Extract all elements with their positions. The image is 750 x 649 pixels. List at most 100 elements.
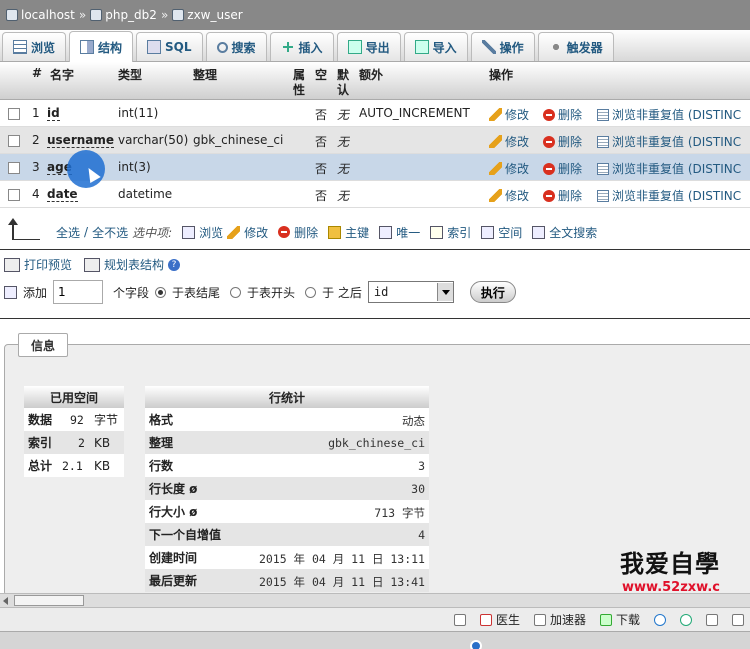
horizontal-scrollbar[interactable] [0,593,750,607]
table-row: 4 date datetime 否 无 修改 删除 浏览非重复值 (DISTIN… [0,181,750,208]
spatial-icon [481,225,495,239]
col-default-2: 认 [337,83,350,97]
browse-distinct-link[interactable]: 浏览非重复值 (DISTINC [597,133,741,150]
browse-distinct-link[interactable]: 浏览非重复值 (DISTINC [597,160,741,177]
space-row: 索引 2 KB [24,431,124,454]
col-null: 空 [315,68,328,82]
propose-structure-link[interactable]: 规划表结构 [104,256,164,273]
pencil-icon [489,108,502,121]
field-type: int(11) [118,106,159,120]
bulk-delete[interactable]: 删除 [294,224,318,241]
field-name[interactable]: username [47,133,115,148]
delete-link[interactable]: 删除 [543,133,582,150]
tab-export[interactable]: 导出 [336,32,401,61]
tab-browse[interactable]: 浏览 [2,32,67,61]
breadcrumb-server[interactable]: localhost [6,8,75,22]
go-button[interactable]: 执行 [469,281,516,303]
check-all-link[interactable]: 全选 [56,224,80,241]
delete-link[interactable]: 删除 [543,187,582,204]
ie-icon[interactable] [654,613,666,626]
tab-sql[interactable]: SQL [136,32,203,61]
scroll-left-icon[interactable] [3,597,8,605]
tab-triggers[interactable]: 触发器 [537,32,614,61]
tab-insert[interactable]: 插入 [269,32,334,61]
space-usage-title: 已用空间 [24,386,124,408]
tab-import[interactable]: 导入 [403,32,468,61]
phone-icon[interactable] [453,613,466,626]
bulk-index[interactable]: 索引 [447,224,471,241]
stat-row: 行数 3 [145,454,429,477]
bulk-fulltext[interactable]: 全文搜索 [549,224,597,241]
stat-row: 创建时间 2015 年 04 月 11 日 13:11 [145,546,429,569]
server-icon [6,9,18,21]
row-checkbox[interactable] [8,135,20,147]
window-icon[interactable] [706,613,718,626]
field-name[interactable]: date [47,187,78,202]
arrow-up-icon [8,218,40,240]
scrollbar-thumb[interactable] [14,595,84,606]
row-statistics-table: 行统计 格式 动态 整理 gbk_chinese_ci 行数 3 行长度 ø 30 行大… [145,386,429,592]
tab-bar: 浏览 结构 SQL 搜索 插入 导出 导入 操作 触发器 [0,30,750,62]
help-icon[interactable]: ? [168,258,181,271]
bulk-spatial[interactable]: 空间 [498,224,522,241]
row-checkbox[interactable] [8,108,20,120]
speaker-icon[interactable] [732,613,744,626]
edit-link[interactable]: 修改 [489,106,529,123]
col-name[interactable]: 名字 [50,66,74,83]
row-statistics-title: 行统计 [145,386,429,408]
accelerator-button[interactable]: 加速器 [533,611,586,628]
edit-link[interactable]: 修改 [489,187,529,204]
delete-link[interactable]: 删除 [543,106,582,123]
stat-row: 最后更新 2015 年 04 月 11 日 13:41 [145,569,429,592]
after-field-select[interactable]: id [367,281,454,303]
bulk-unique[interactable]: 唯一 [396,224,420,241]
delete-icon [543,189,555,202]
doctor-button[interactable]: 医生 [479,611,520,628]
stat-row: 整理 gbk_chinese_ci [145,431,429,454]
col-collation[interactable]: 整理 [193,66,217,83]
tab-operations[interactable]: 操作 [470,32,535,61]
col-type[interactable]: 类型 [118,66,142,83]
tab-search[interactable]: 搜索 [205,32,267,61]
delete-link[interactable]: 删除 [543,160,582,177]
breadcrumb-table[interactable]: zxw_user [172,8,243,22]
row-checkbox[interactable] [8,162,20,174]
bulk-browse[interactable]: 浏览 [199,224,223,241]
browse-icon [182,225,196,239]
divider [0,249,750,250]
globe-icon[interactable] [680,613,692,626]
column-count-input[interactable] [53,280,104,304]
download-button[interactable]: 下载 [599,611,640,628]
browser-status-bar: 医生 加速器 下载 [0,607,750,631]
breadcrumb-database[interactable]: php_db2 [90,8,157,22]
database-icon [90,9,103,21]
row-checkbox[interactable] [8,189,20,201]
browse-distinct-icon [597,189,609,202]
radio-at-end[interactable] [155,286,167,298]
stat-row: 行大小 ø 713 字节 [145,500,429,523]
pencil-icon [489,162,502,175]
breadcrumb: localhost » php_db2 » zxw_user [0,0,750,30]
stat-row: 行长度 ø 30 [145,477,429,500]
fields-label: 个字段 [113,285,150,300]
structure-table: # 名字 类型 整理 属 性 空 默 认 额外 操作 1 id int(11) … [0,62,750,208]
browse-distinct-link[interactable]: 浏览非重复值 (DISTINC [597,106,741,123]
uncheck-all-link[interactable]: 全不选 [92,224,128,241]
space-usage-table: 已用空间 数据 92 字节 索引 2 KB 总计 2.1 KB [24,386,124,477]
radio-at-beginning[interactable] [230,286,242,298]
tab-structure[interactable]: 结构 [69,31,134,62]
print-row: 打印预览 规划表结构 ? [4,256,181,273]
field-null: 否 [315,162,328,176]
bulk-edit[interactable]: 修改 [244,224,268,241]
edit-link[interactable]: 修改 [489,133,529,150]
propose-structure-icon [84,257,101,272]
radio-after[interactable] [305,286,317,298]
space-row: 总计 2.1 KB [24,454,124,477]
add-columns-form: 添加 个字段 于表结尾 于表开头 于 之后 id 执行 [4,280,516,304]
edit-link[interactable]: 修改 [489,160,529,177]
browse-distinct-link[interactable]: 浏览非重复值 (DISTINC [597,187,741,204]
field-default: 无 [337,189,350,203]
bulk-primary[interactable]: 主键 [345,224,369,241]
print-view-link[interactable]: 打印预览 [24,256,72,273]
field-name[interactable]: id [47,106,60,121]
